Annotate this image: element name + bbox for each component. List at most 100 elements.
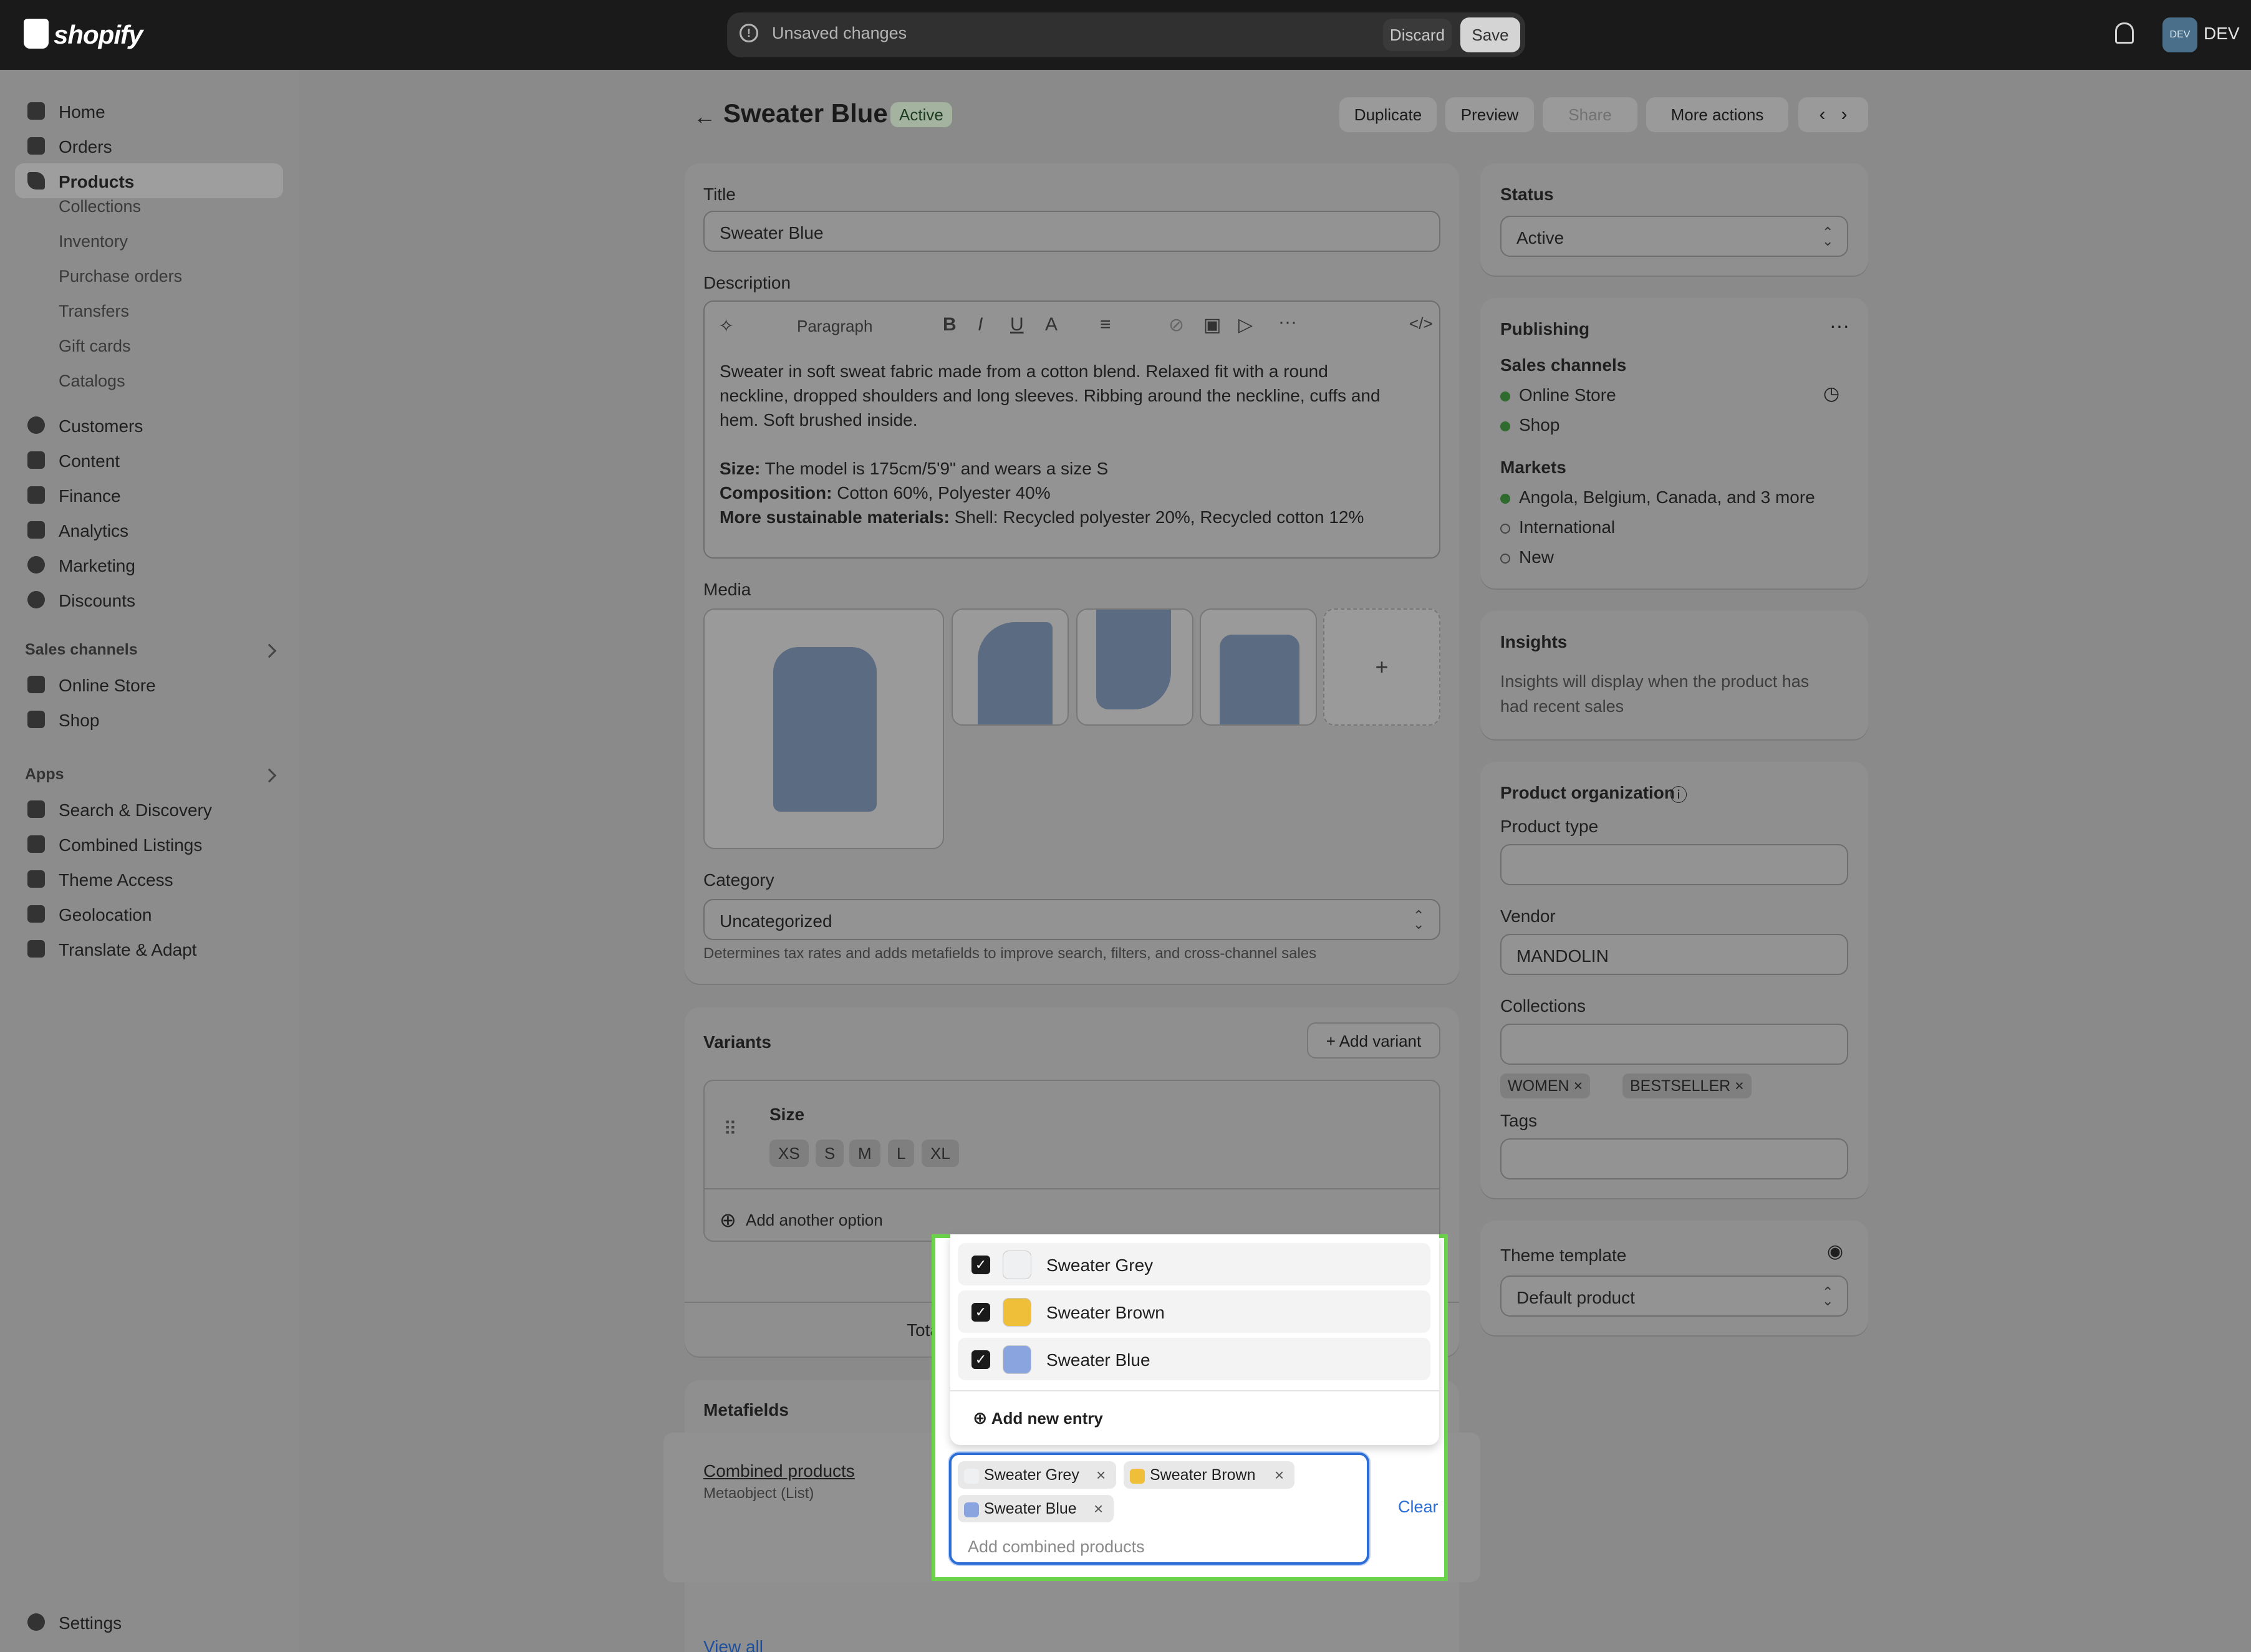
- vendor-input[interactable]: MANDOLIN: [1500, 934, 1848, 975]
- sidebar-item-shop[interactable]: Shop: [15, 702, 283, 737]
- variants-title: Variants: [703, 1032, 771, 1052]
- sidebar-item-customers[interactable]: Customers: [15, 408, 283, 443]
- dropdown-option-sweater-brown[interactable]: ✓ Sweater Brown: [958, 1290, 1430, 1333]
- category-select[interactable]: Uncategorized ⌃ ⌄: [703, 899, 1440, 940]
- chevron-right-icon[interactable]: [262, 768, 277, 783]
- product-type-input[interactable]: [1500, 844, 1848, 885]
- shopify-logo-icon[interactable]: [24, 19, 49, 49]
- selected-pill-sweater-grey: Sweater Grey ×: [958, 1461, 1116, 1489]
- channel-online-store: Online Store: [1519, 385, 1616, 405]
- view-all-link[interactable]: View all: [703, 1637, 763, 1652]
- prev-next-nav[interactable]: ‹ ›: [1798, 97, 1868, 132]
- checkbox-checked-icon[interactable]: ✓: [971, 1303, 990, 1322]
- sidebar-sub-gift-cards[interactable]: Gift cards: [59, 337, 131, 356]
- add-media-button[interactable]: +: [1323, 608, 1440, 726]
- avatar[interactable]: DEV: [2162, 17, 2197, 52]
- user-name[interactable]: DEV: [2204, 24, 2240, 44]
- add-option-link[interactable]: Add another option: [746, 1211, 883, 1230]
- back-arrow-icon[interactable]: ←: [693, 103, 716, 130]
- sidebar-app-geolocation[interactable]: Geolocation: [15, 896, 283, 931]
- duplicate-button[interactable]: Duplicate: [1339, 97, 1437, 132]
- add-new-entry-button[interactable]: ⊕ Add new entry: [973, 1408, 1103, 1428]
- more-actions-button[interactable]: More actions: [1646, 97, 1788, 132]
- title-input[interactable]: Sweater Blue: [703, 211, 1440, 252]
- media-item[interactable]: [1200, 608, 1317, 726]
- link-icon[interactable]: ⊘: [1169, 314, 1184, 336]
- code-icon[interactable]: </>: [1409, 314, 1433, 334]
- status-select[interactable]: Active ⌃ ⌄: [1500, 216, 1848, 257]
- share-button[interactable]: Share: [1543, 97, 1637, 132]
- media-item[interactable]: [952, 608, 1069, 726]
- status-dot: [1500, 421, 1510, 431]
- sidebar-sub-transfers[interactable]: Transfers: [59, 302, 129, 321]
- sidebar-sub-purchase-orders[interactable]: Purchase orders: [59, 267, 182, 286]
- sidebar-app-translate-adapt[interactable]: Translate & Adapt: [15, 931, 283, 966]
- combined-products-placeholder[interactable]: Add combined products: [968, 1537, 1145, 1557]
- sidebar-item-label: Geolocation: [59, 905, 152, 924]
- close-icon[interactable]: ×: [1096, 1461, 1106, 1489]
- drag-handle-icon[interactable]: ⠿: [723, 1118, 737, 1140]
- video-icon[interactable]: ▷: [1238, 314, 1253, 336]
- combined-products-label[interactable]: Combined products: [703, 1461, 855, 1481]
- divider: [705, 1188, 1439, 1189]
- media-item[interactable]: [1076, 608, 1193, 726]
- dropdown-option-sweater-grey[interactable]: ✓ Sweater Grey: [958, 1243, 1430, 1285]
- collections-input[interactable]: [1500, 1024, 1848, 1065]
- close-icon[interactable]: ×: [1275, 1461, 1284, 1489]
- close-icon[interactable]: ×: [1094, 1495, 1103, 1522]
- shopify-logo-text[interactable]: shopify: [54, 20, 143, 50]
- sidebar-app-combined-listings[interactable]: Combined Listings: [15, 827, 283, 862]
- collections-label: Collections: [1500, 996, 1586, 1016]
- sidebar-app-theme-access[interactable]: Theme Access: [15, 862, 283, 896]
- clear-button[interactable]: Clear: [1398, 1497, 1439, 1517]
- dropdown-option-sweater-blue[interactable]: ✓ Sweater Blue: [958, 1338, 1430, 1380]
- close-icon[interactable]: ×: [1735, 1077, 1744, 1095]
- close-icon[interactable]: ×: [1574, 1077, 1583, 1095]
- sidebar-item-label: Discounts: [59, 591, 135, 610]
- theme-template-select[interactable]: Default product ⌃ ⌄: [1500, 1275, 1848, 1317]
- italic-icon[interactable]: I: [978, 314, 983, 335]
- sidebar-item-discounts[interactable]: Discounts: [15, 582, 283, 617]
- save-button[interactable]: Save: [1460, 17, 1520, 52]
- checkbox-checked-icon[interactable]: ✓: [971, 1256, 990, 1274]
- sidebar-sub-collections[interactable]: Collections: [59, 197, 141, 216]
- calendar-schedule-icon[interactable]: ◷: [1823, 383, 1839, 405]
- eye-icon[interactable]: ◉: [1827, 1241, 1843, 1262]
- bold-icon[interactable]: B: [943, 314, 957, 335]
- notification-bell-icon[interactable]: [2115, 22, 2134, 44]
- sidebar-item-label: Shop: [59, 711, 100, 730]
- more-horizontal-icon[interactable]: ···: [1829, 314, 1849, 337]
- discard-button[interactable]: Discard: [1383, 19, 1452, 51]
- info-icon[interactable]: ⓘ: [1670, 782, 1687, 807]
- sidebar-item-products[interactable]: Products: [15, 163, 283, 198]
- ai-magic-icon[interactable]: ✧: [718, 315, 734, 337]
- sidebar-item-home[interactable]: Home: [15, 94, 283, 128]
- paragraph-select[interactable]: Paragraph: [797, 317, 872, 336]
- app-icon: [27, 870, 45, 888]
- sidebar-item-finance[interactable]: Finance: [15, 478, 283, 512]
- tags-input[interactable]: [1500, 1138, 1848, 1179]
- sidebar-sub-catalogs[interactable]: Catalogs: [59, 372, 125, 391]
- preview-button[interactable]: Preview: [1445, 97, 1534, 132]
- sidebar-item-settings[interactable]: Settings: [15, 1605, 283, 1640]
- combined-products-input[interactable]: Sweater Grey × Sweater Brown × Sweater B…: [949, 1453, 1369, 1565]
- image-icon[interactable]: ▣: [1203, 314, 1221, 336]
- add-variant-button[interactable]: + Add variant: [1307, 1022, 1440, 1059]
- content-icon: [27, 451, 45, 469]
- align-icon[interactable]: ≡: [1100, 314, 1111, 335]
- sidebar-item-orders[interactable]: Orders: [15, 128, 283, 163]
- chevron-right-icon[interactable]: [262, 643, 277, 658]
- sidebar-item-content[interactable]: Content: [15, 443, 283, 478]
- checkbox-checked-icon[interactable]: ✓: [971, 1350, 990, 1369]
- media-item-main[interactable]: [703, 608, 944, 849]
- sidebar-sub-inventory[interactable]: Inventory: [59, 232, 128, 251]
- sidebar-item-label: Translate & Adapt: [59, 940, 197, 959]
- sidebar-app-search-discovery[interactable]: Search & Discovery: [15, 792, 283, 827]
- sidebar-item-online-store[interactable]: Online Store: [15, 667, 283, 702]
- sidebar-item-analytics[interactable]: Analytics: [15, 512, 283, 547]
- sidebar-item-marketing[interactable]: Marketing: [15, 547, 283, 582]
- underline-icon[interactable]: U: [1010, 314, 1024, 335]
- text-color-icon[interactable]: A: [1045, 314, 1058, 335]
- more-horizontal-icon[interactable]: ···: [1278, 312, 1297, 333]
- description-editor[interactable]: ✧ Paragraph B I U A ≡ ⊘ ▣ ▷ ··· </> Swea…: [703, 300, 1440, 559]
